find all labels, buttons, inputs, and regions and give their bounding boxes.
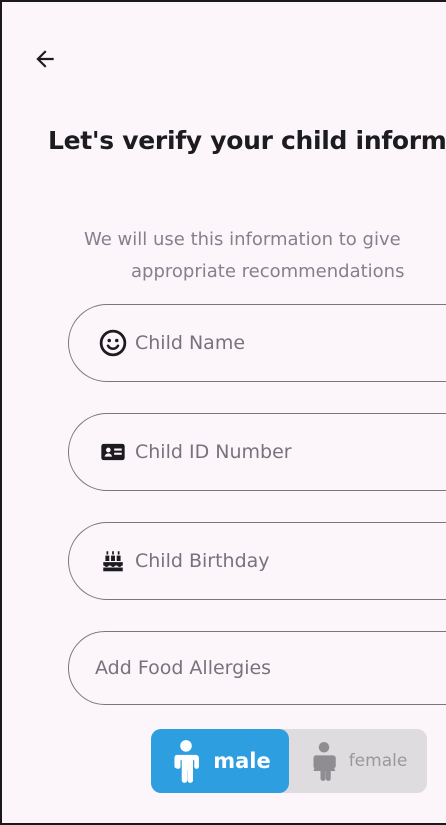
gender-male-label: male [213,749,271,773]
subtitle-line-1: We will use this information to give [84,229,401,250]
page-title: Let's verify your child inform [48,126,446,155]
back-button[interactable] [32,42,72,76]
child-birthday-field[interactable]: Child Birthday [68,522,446,600]
screen: Let's verify your child inform We will u… [0,0,446,825]
child-birthday-placeholder: Child Birthday [135,550,270,572]
arrow-left-icon [36,50,54,68]
page-subtitle: We will use this information to give app… [84,224,446,288]
cake-icon [97,545,129,577]
gender-toggle: male female [151,729,427,793]
subtitle-line-2: appropriate recommendations [131,261,405,282]
id-card-icon [97,436,129,468]
food-allergies-placeholder: Add Food Allergies [95,657,272,679]
face-icon [97,327,129,359]
food-allergies-field[interactable]: Add Food Allergies [68,631,446,705]
gender-female-label: female [348,751,408,771]
child-name-placeholder: Child Name [135,332,246,354]
gender-female-button[interactable]: female [277,729,427,793]
child-id-field[interactable]: Child ID Number [68,413,446,491]
child-name-field[interactable]: Child Name [68,304,446,382]
boy-icon [169,739,203,783]
child-id-placeholder: Child ID Number [135,441,292,463]
girl-icon [309,740,339,782]
gender-male-button[interactable]: male [151,729,289,793]
